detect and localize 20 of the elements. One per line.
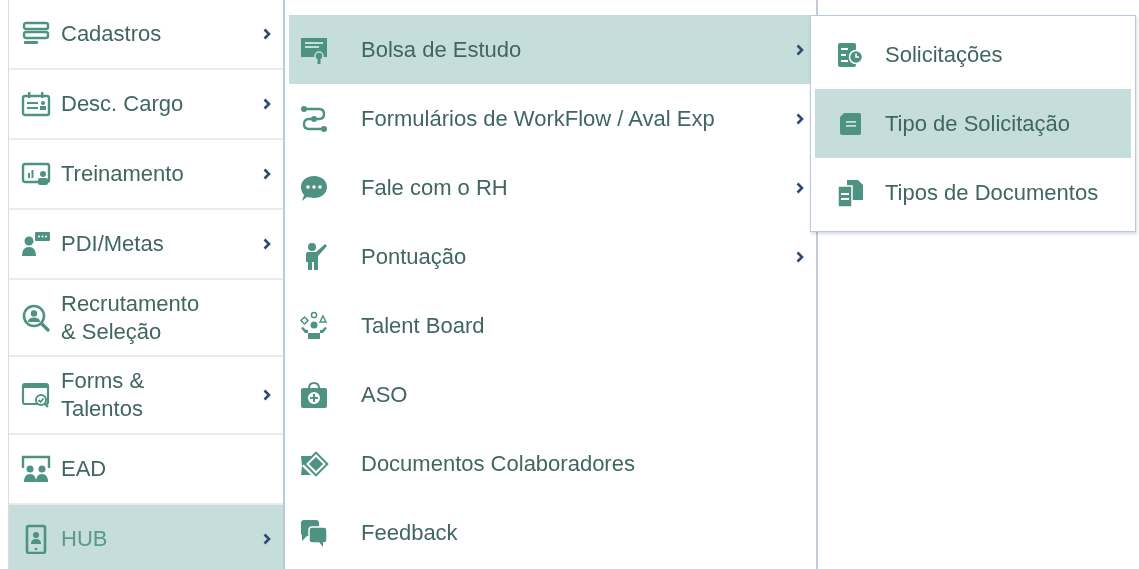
flyout-item[interactable]: Tipo de Solicitação (815, 89, 1131, 158)
person-chat-icon (21, 229, 51, 259)
classroom-icon (21, 454, 51, 484)
chat-bubbles-icon (299, 517, 329, 548)
submenu-item[interactable]: Formulários de WorkFlow / Aval Exp (289, 84, 816, 153)
browser-check-icon (21, 380, 51, 410)
route-icon (299, 103, 329, 134)
flyout-item[interactable]: Tipos de Documentos (815, 158, 1131, 227)
submenu-item[interactable]: Documentos Colaboradores (289, 429, 816, 498)
medical-bag-icon (299, 379, 329, 410)
submenu-item[interactable]: Feedback (289, 498, 816, 567)
flyout-item[interactable]: Solicitações (815, 20, 1131, 89)
juggler-icon (299, 310, 329, 341)
id-card-icon (21, 89, 51, 119)
documents-icon (835, 177, 865, 208)
submenu-item[interactable]: Fale com o RH (289, 153, 816, 222)
submenu-item[interactable]: ASO (289, 360, 816, 429)
submenu-item[interactable]: Talent Board (289, 291, 816, 360)
search-person-icon (21, 302, 51, 333)
submenu-item[interactable]: Pontuação (289, 222, 816, 291)
